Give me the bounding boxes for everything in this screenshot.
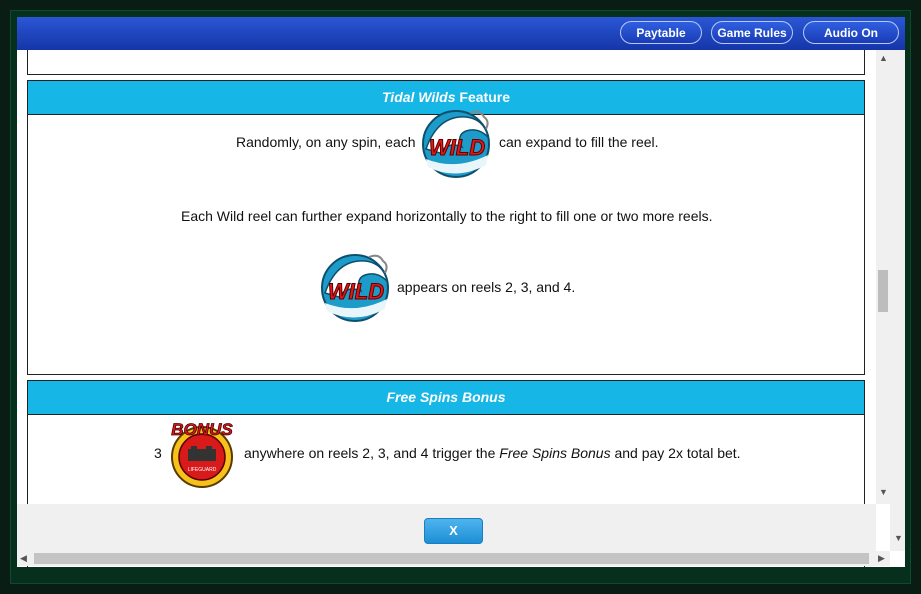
svg-text:WILD: WILD: [429, 135, 485, 160]
tidal-wilds-section: Tidal Wilds Feature Randomly, on any spi…: [27, 80, 865, 375]
free-spins-text-after: and pay 2x total bet.: [614, 445, 741, 461]
svg-text:WILD: WILD: [328, 279, 384, 304]
outer-scroll-down-arrow-icon[interactable]: ▼: [894, 533, 903, 543]
scroll-up-arrow-icon[interactable]: ▲: [879, 53, 888, 63]
audio-toggle-button[interactable]: Audio On: [803, 21, 899, 44]
help-content-panel[interactable]: Tidal Wilds Feature Randomly, on any spi…: [17, 50, 905, 567]
wild-expand-text-before: Randomly, on any spin, each: [236, 134, 416, 150]
horizontal-scrollbar[interactable]: ◀ ▶: [17, 551, 890, 566]
svg-text:LIFEGUARD: LIFEGUARD: [188, 467, 217, 473]
bonus-count: 3: [154, 445, 162, 461]
wild-horizontal-expand-text: Each Wild reel can further expand horizo…: [181, 208, 713, 224]
paytable-button[interactable]: Paytable: [620, 21, 702, 44]
wild-symbol-icon-2: WILD: [321, 254, 389, 322]
vertical-scroll-thumb[interactable]: [878, 270, 888, 312]
horizontal-scroll-thumb[interactable]: [34, 553, 869, 564]
scroll-right-arrow-icon[interactable]: ▶: [878, 553, 885, 564]
game-rules-button[interactable]: Game Rules: [711, 21, 793, 44]
tidal-wilds-title-plain: Feature: [455, 89, 510, 105]
wild-reels-text: appears on reels 2, 3, and 4.: [397, 279, 576, 295]
svg-text:BONUS: BONUS: [171, 420, 233, 439]
scroll-down-arrow-icon[interactable]: ▼: [879, 487, 888, 497]
close-button[interactable]: X: [424, 518, 483, 544]
tidal-wilds-title-italic: Tidal Wilds: [382, 89, 456, 105]
scroll-left-arrow-icon[interactable]: ◀: [20, 553, 27, 564]
outer-vertical-scrollbar[interactable]: ▼: [890, 50, 905, 551]
previous-section-box: [27, 50, 865, 75]
wild-expand-text-after: can expand to fill the reel.: [499, 134, 659, 150]
dialog-footer: X: [17, 504, 876, 551]
free-spins-trigger-text: anywhere on reels 2, 3, and 4 trigger th…: [244, 445, 741, 461]
free-spins-header: Free Spins Bonus: [28, 381, 864, 415]
wild-symbol-icon: WILD: [422, 110, 490, 178]
vertical-scrollbar[interactable]: ▲ ▼: [876, 50, 890, 504]
free-spins-text-italic: Free Spins Bonus: [499, 445, 611, 461]
free-spins-text-before: anywhere on reels 2, 3, and 4 trigger th…: [244, 445, 496, 461]
top-menu-bar: Paytable Game Rules Audio On: [17, 17, 905, 50]
bonus-symbol-icon: LIFEGUARD BONUS: [171, 420, 234, 488]
